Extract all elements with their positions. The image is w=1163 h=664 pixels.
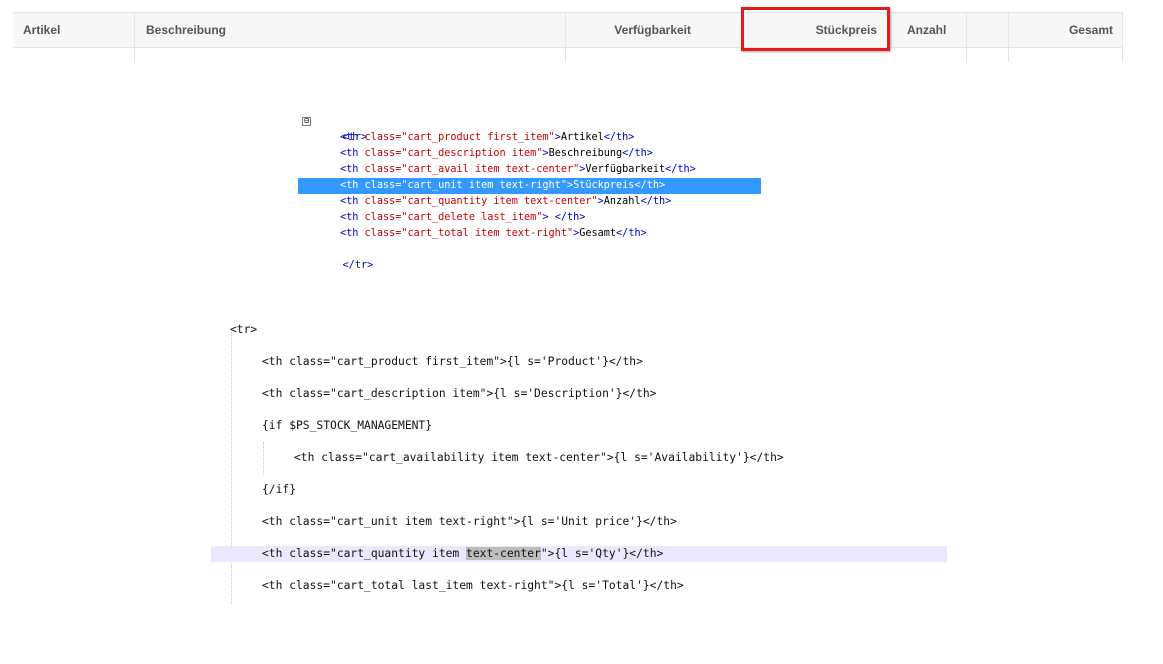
source-line[interactable]: <th class="cart_description item">{l s='…	[211, 378, 947, 410]
dom-tag-text: </tr>	[342, 260, 374, 271]
column-divider	[1122, 13, 1123, 62]
header-quantity[interactable]: Anzahl	[907, 13, 967, 47]
dom-token: <th	[340, 228, 365, 239]
unit-price-highlight-box	[741, 7, 890, 51]
dom-token: class="cart_quantity item text-center"	[364, 196, 598, 207]
selected-text-highlight: text-center	[466, 547, 541, 560]
dom-token: Anzahl	[603, 196, 641, 207]
column-divider	[1008, 13, 1009, 62]
dom-token: class="cart_description item"	[364, 148, 543, 159]
header-availability[interactable]: Verfügbarkeit	[566, 13, 691, 47]
header-total[interactable]: Gesamt	[1013, 13, 1113, 47]
dom-token: Stückpreis	[573, 180, 635, 191]
dom-token: </th>	[616, 228, 647, 239]
dom-token: Gesamt	[579, 228, 617, 239]
dom-node-th[interactable]: <th class="cart_total item text-right">G…	[298, 226, 761, 242]
dom-node-list: <th class="cart_product first_item">Arti…	[298, 130, 772, 242]
header-delete	[968, 13, 1008, 47]
dom-node-th[interactable]: <th class="cart_quantity item text-cente…	[298, 194, 761, 210]
dom-node-tr-close[interactable]: </tr>	[302, 242, 772, 271]
dom-token: </th>	[640, 196, 672, 207]
dom-token: <th	[340, 196, 365, 207]
column-divider	[966, 13, 967, 62]
dom-token: </th>	[622, 148, 653, 159]
dom-token: <th	[340, 132, 365, 143]
source-line[interactable]: <th class="cart_availability item text-c…	[211, 442, 979, 474]
source-line[interactable]: <th class="cart_total last_item text-rig…	[211, 570, 947, 602]
dom-token: class="cart_avail item text-center"	[364, 164, 580, 175]
source-line[interactable]: <th class="cart_product first_item">{l s…	[211, 346, 947, 378]
dom-token: class="cart_unit item text-right"	[364, 180, 567, 191]
dom-node-th[interactable]: <th class="cart_product first_item">Arti…	[298, 130, 761, 146]
dom-token: <th	[340, 212, 365, 223]
dom-token: </th>	[665, 164, 696, 175]
dom-token: </th>	[554, 212, 586, 223]
dom-inspector: ⊟ <tr> <th class="cart_product first_item…	[298, 114, 772, 271]
source-line[interactable]: {if $PS_STOCK_MANAGEMENT}	[211, 410, 947, 442]
dom-node-th[interactable]: <th class="cart_unit item text-right">St…	[298, 178, 761, 194]
cart-table-body	[13, 48, 1123, 62]
source-line-active[interactable]: <th class="cart_quantity item text-cente…	[211, 546, 947, 562]
column-divider	[565, 13, 566, 62]
dom-node-th[interactable]: <th class="cart_description item">Beschr…	[298, 146, 761, 162]
source-line[interactable]: {/if}	[211, 474, 947, 506]
dom-token: </th>	[634, 180, 666, 191]
dom-token: <th	[340, 148, 365, 159]
dom-token: class="cart_total item text-right"	[364, 228, 574, 239]
column-divider	[134, 13, 135, 62]
header-product[interactable]: Artikel	[23, 13, 133, 47]
dom-token: Verfügbarkeit	[585, 164, 666, 175]
header-description[interactable]: Beschreibung	[146, 13, 446, 47]
dom-token: class="cart_product first_item"	[364, 132, 555, 143]
collapse-toggle-icon[interactable]: ⊟	[302, 117, 311, 126]
dom-token: </th>	[603, 132, 635, 143]
dom-node-tr-open[interactable]: ⊟ <tr>	[302, 114, 772, 143]
cart-table-header: Artikel Beschreibung Verfügbarkeit Stück…	[13, 12, 1123, 48]
dom-token: class="cart_delete last_item"	[364, 212, 543, 223]
dom-token: Beschreibung	[548, 148, 623, 159]
source-line[interactable]: <tr>	[211, 314, 915, 346]
dom-node-th[interactable]: <th class="cart_delete last_item"> </th>	[298, 210, 761, 226]
source-line[interactable]: <th class="cart_unit item text-right">{l…	[211, 506, 947, 538]
dom-token: <th	[340, 164, 365, 175]
dom-token: Artikel	[560, 132, 604, 143]
dom-token: <th	[340, 180, 365, 191]
dom-node-th[interactable]: <th class="cart_avail item text-center">…	[298, 162, 761, 178]
